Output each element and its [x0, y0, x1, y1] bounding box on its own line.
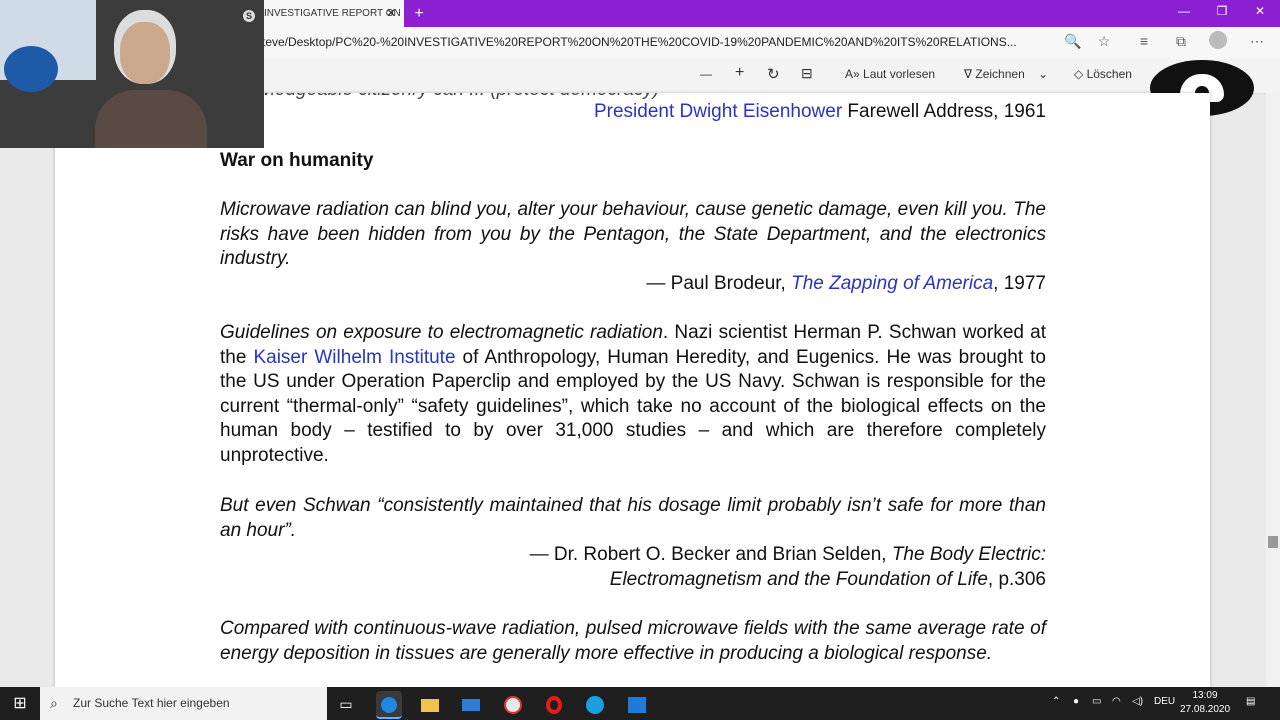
chevron-down-icon[interactable]: ⌄	[1038, 67, 1048, 81]
favorite-star-icon[interactable]: ☆	[1093, 33, 1115, 50]
media-player-icon[interactable]	[624, 691, 650, 717]
erase-button[interactable]: ◇ Löschen	[1074, 67, 1132, 81]
brodeur-attribution: — Paul Brodeur, The Zapping of America, …	[646, 273, 1046, 294]
eisenhower-attribution: President Dwight Eisenhower Farewell Add…	[593, 101, 1046, 122]
volume-icon[interactable]: ◁)	[1132, 696, 1143, 707]
quote-pulsed-microwave: Compared with continuous-wave radiation,…	[220, 618, 1046, 664]
taskbar-search[interactable]: ⌕ Zur Suche Text hier eingeben	[40, 687, 327, 720]
scrollbar-arrow[interactable]	[1268, 536, 1278, 548]
app-icon-red-white[interactable]	[500, 691, 526, 717]
clock-time: 13:09	[1192, 690, 1218, 701]
microphone-icon[interactable]: ●	[1073, 696, 1079, 707]
becker-attribution: — Dr. Robert O. Becker and Brian Selden,…	[529, 544, 1046, 590]
wifi-icon[interactable]: ◠	[1112, 696, 1121, 707]
more-menu-icon[interactable]: ⋯	[1246, 33, 1268, 50]
quote-brodeur: Microwave radiation can blind you, alter…	[220, 199, 1046, 270]
rotate-icon[interactable]: ↻	[767, 65, 780, 83]
skype-icon: S	[243, 10, 255, 22]
zoom-in-button[interactable]: +	[735, 64, 744, 82]
eisenhower-link[interactable]: President Dwight Eisenhower	[594, 101, 842, 122]
pen-icon: ∇	[964, 67, 973, 81]
zoom-icon[interactable]: 🔍	[1062, 33, 1084, 50]
url-field[interactable]: teve/Desktop/PC%20-%20INVESTIGATIVE%20RE…	[262, 35, 1017, 49]
schwan-paragraph: Guidelines on exposure to electromagneti…	[220, 322, 1046, 466]
webcam-blue-object	[4, 46, 58, 92]
search-placeholder: Zur Suche Text hier eingeben	[73, 696, 230, 710]
skype-taskbar-icon[interactable]	[582, 691, 608, 717]
profile-avatar-icon[interactable]	[1207, 31, 1229, 52]
new-tab-button[interactable]: +	[410, 0, 428, 27]
webcam-person-head	[120, 22, 170, 84]
eraser-icon: ◇	[1074, 67, 1084, 81]
system-clock[interactable]: 13:09 27.08.2020	[1180, 689, 1230, 717]
edge-icon[interactable]	[376, 691, 402, 719]
notification-icon[interactable]: ▤	[1246, 696, 1255, 707]
mail-icon[interactable]	[458, 691, 484, 717]
battery-icon[interactable]: ▭	[1092, 696, 1101, 707]
windows-start-icon[interactable]: ⊞	[0, 687, 40, 720]
tray-chevron-up-icon[interactable]: ⌃	[1052, 696, 1060, 707]
tab-close-icon[interactable]: ✕	[386, 0, 396, 27]
zapping-of-america-link[interactable]: The Zapping of America	[791, 273, 993, 294]
tab-pdf-report[interactable]: INVESTIGATIVE REPORT ON ✕	[258, 0, 404, 27]
restore-button[interactable]: ❐	[1204, 0, 1240, 24]
task-view-icon[interactable]: ▭	[333, 691, 359, 717]
favorites-icon[interactable]: ≡	[1133, 33, 1155, 49]
collections-icon[interactable]: ⧉	[1170, 33, 1192, 50]
quote-schwan: But even Schwan “consistently maintained…	[220, 495, 1046, 541]
clock-date: 27.08.2020	[1180, 704, 1231, 715]
draw-button[interactable]: ∇ Zeichnen ⌄	[964, 67, 1048, 81]
kaiser-wilhelm-link[interactable]: Kaiser Wilhelm Institute	[253, 347, 455, 368]
minimize-button[interactable]: —	[1166, 0, 1202, 24]
pdf-page: ...nowledgeable citizenry can ... (prote…	[55, 93, 1210, 687]
tab-title: INVESTIGATIVE REPORT ON	[264, 8, 401, 19]
webcam-person-body	[95, 90, 207, 148]
file-explorer-icon[interactable]	[417, 691, 443, 717]
vertical-scrollbar[interactable]	[1266, 93, 1280, 687]
opera-icon[interactable]	[541, 691, 567, 717]
section-heading: War on humanity	[220, 150, 374, 171]
webcam-overlay: S	[0, 0, 264, 148]
language-indicator[interactable]: DEU	[1154, 696, 1175, 707]
taskbar: ⊞ ⌕ Zur Suche Text hier eingeben ▭ ⌃ ● ▭…	[0, 687, 1280, 720]
read-aloud-button[interactable]: A» Laut vorlesen	[845, 67, 935, 81]
read-aloud-icon: A»	[845, 67, 860, 81]
fit-page-icon[interactable]: ⊟	[801, 65, 813, 82]
zoom-out-button[interactable]: —	[700, 67, 712, 81]
close-window-button[interactable]: ✕	[1242, 0, 1278, 24]
search-icon: ⌕	[50, 695, 58, 711]
